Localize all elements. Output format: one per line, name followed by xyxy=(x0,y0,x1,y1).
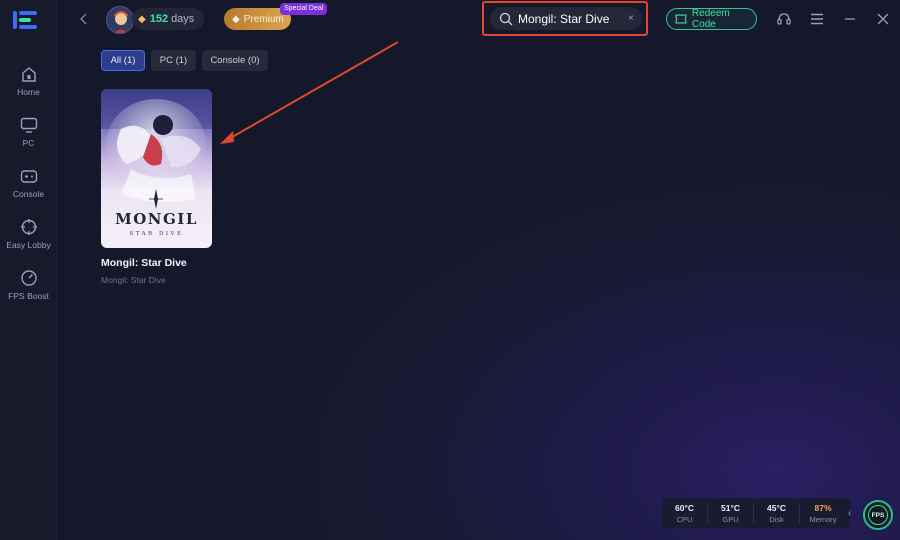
avatar-character-icon xyxy=(107,7,133,33)
sidebar: Home PC Console Easy Lobby FPS Boost xyxy=(0,0,57,540)
sidebar-item-label: Home xyxy=(17,87,40,97)
close-icon[interactable] xyxy=(875,11,891,27)
back-chevron-icon[interactable] xyxy=(77,11,91,27)
stat-memory: 87% Memory xyxy=(800,503,846,524)
sidebar-item-label: FPS Boost xyxy=(8,291,49,301)
search-bar[interactable]: × xyxy=(490,7,642,30)
sidebar-item-label: PC xyxy=(22,138,35,148)
search-input[interactable] xyxy=(518,11,626,26)
speedometer-icon xyxy=(20,270,37,286)
collapse-stats-chevron-icon[interactable]: ‹ xyxy=(848,508,851,519)
days-unit: days xyxy=(171,13,195,25)
clear-search-icon[interactable]: × xyxy=(628,13,634,24)
redeem-code-button[interactable]: Redeem Code xyxy=(666,8,757,30)
minimize-icon[interactable] xyxy=(842,11,858,27)
stat-value: 45°C xyxy=(767,502,786,513)
stat-gpu: 51°C GPU xyxy=(708,502,754,524)
stat-value: 60°C xyxy=(675,502,694,513)
stat-value: 87% xyxy=(814,502,832,513)
support-headset-icon[interactable] xyxy=(776,11,792,27)
search-icon xyxy=(499,12,513,25)
monitor-icon xyxy=(20,117,37,133)
game-subtitle: Mongil: Star Dive xyxy=(101,275,166,285)
stat-label: CPU xyxy=(676,514,693,524)
menu-list-icon[interactable] xyxy=(809,11,825,27)
sidebar-item-home[interactable]: Home xyxy=(0,66,57,97)
ticket-icon xyxy=(675,14,687,24)
membership-days: ◆ 152 days xyxy=(132,8,204,30)
tab-console[interactable]: Console (0) xyxy=(202,50,268,71)
system-stats-panel: 60°C CPU 51°C GPU 45°C Disk 87% Memory xyxy=(662,498,850,528)
sidebar-item-console[interactable]: Console xyxy=(0,168,57,199)
game-title[interactable]: Mongil: Star Dive xyxy=(101,257,213,269)
stat-cpu: 60°C CPU xyxy=(662,502,708,524)
diamond-icon: ◆ xyxy=(232,13,240,25)
tab-pc[interactable]: PC (1) xyxy=(151,50,196,71)
cover-tagline-text: STAR DIVE xyxy=(129,231,183,237)
app-logo-icon[interactable] xyxy=(13,9,39,31)
stat-label: Disk xyxy=(769,514,784,524)
home-icon xyxy=(21,67,36,82)
game-cover-art: MONGIL STAR DIVE xyxy=(101,89,212,237)
tab-all[interactable]: All (1) xyxy=(101,50,145,71)
stat-label: Memory xyxy=(809,514,837,524)
game-cover-image: MONGIL STAR DIVE xyxy=(101,89,212,248)
sidebar-item-label: Console xyxy=(12,189,45,199)
redeem-label: Redeem Code xyxy=(691,8,730,30)
avatar[interactable] xyxy=(106,6,134,34)
stat-label: GPU xyxy=(722,514,739,524)
stat-disk: 45°C Disk xyxy=(754,502,800,524)
main-content: ◆ 152 days ◆ Premium Special Deal × Rede… xyxy=(57,0,900,540)
cover-logo-text: MONGIL xyxy=(115,210,198,228)
fps-overlay-button[interactable]: FPS xyxy=(863,500,893,530)
stat-value: 51°C xyxy=(721,502,740,513)
gamepad-icon xyxy=(20,170,37,183)
game-card[interactable]: MONGIL STAR DIVE Mongil: Star Dive Mongi… xyxy=(101,89,213,289)
days-count: 152 xyxy=(149,13,169,25)
diamond-icon: ◆ xyxy=(138,13,146,25)
special-deal-badge: Special Deal xyxy=(280,3,328,15)
sidebar-item-fps-boost[interactable]: FPS Boost xyxy=(0,269,57,301)
crosshair-icon xyxy=(20,219,37,235)
sidebar-item-easy-lobby[interactable]: Easy Lobby xyxy=(0,218,57,250)
sidebar-item-pc[interactable]: PC xyxy=(0,117,57,148)
sidebar-item-label: Easy Lobby xyxy=(6,240,51,250)
premium-label: Premium xyxy=(243,13,284,25)
fps-label: FPS xyxy=(868,505,888,525)
